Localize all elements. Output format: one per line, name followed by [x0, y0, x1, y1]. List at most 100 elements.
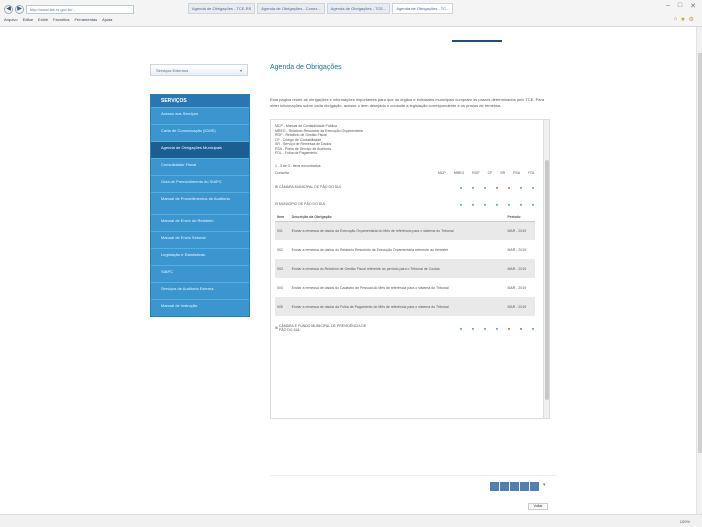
table-row[interactable]: 005 Enviar a remessa de dados da Folha d… — [275, 297, 535, 316]
address-bar[interactable]: http://www.tce.rs.gov.br/... — [26, 4, 134, 14]
cell-item: 005 — [275, 297, 290, 316]
status-dot-icon: ● — [531, 201, 535, 207]
main-content: Agenda de Obrigações Esta página reúne a… — [270, 64, 554, 419]
status-dot-icon: ● — [483, 325, 487, 331]
cell-period: MAR - 2019 — [505, 259, 535, 278]
entity-row[interactable]: ⊞ CÂMARA MUNICIPAL DE PÃO DO SUL ● ● ● ●… — [275, 185, 545, 190]
table-row[interactable]: 002 Enviar a remessa de dados do Relatór… — [275, 240, 535, 259]
filter-label: Consulta — [275, 170, 289, 175]
status-dot-icon: ● — [507, 325, 511, 331]
home-icon[interactable]: ⌂ — [674, 16, 678, 23]
browser-tab[interactable]: Agenda de Obrigações - Conex... — [257, 3, 325, 14]
table-row[interactable]: 003 Enviar a remessa do Relatório de Ges… — [275, 259, 535, 278]
page-title: Agenda de Obrigações — [270, 64, 342, 71]
forward-icon[interactable]: ▶ — [15, 4, 24, 14]
nav-row: ◀ ▶ http://www.tce.rs.gov.br/... — [4, 3, 134, 15]
share-icon[interactable] — [510, 482, 519, 491]
sidebar-item[interactable]: Manual de Envio Setorial — [151, 231, 249, 248]
status-dots: ● ● ● ● ● ● ● — [459, 326, 535, 331]
browser-tab-active[interactable]: Agenda de Obrigações - TC... — [392, 3, 454, 14]
cell-item: 001 — [275, 221, 290, 240]
column-header-row: Consulta MCP MREO RGF CF SR PSA FOL — [275, 171, 545, 175]
table-row[interactable]: 004 Enviar a remessa de dados do Cadastr… — [275, 278, 535, 297]
browser-tab[interactable]: Agenda de Obrigações - TCE... — [326, 3, 391, 14]
status-dot-icon: ● — [495, 184, 499, 190]
menu-edit[interactable]: Editar — [23, 17, 33, 25]
cell-period: MAR - 2019 — [505, 221, 535, 240]
share-icon[interactable] — [530, 482, 539, 491]
panel-scrollbar-thumb[interactable] — [545, 160, 549, 400]
status-dot-icon: ● — [507, 201, 511, 207]
page-scrollbar[interactable] — [696, 27, 702, 514]
count-line: 1 - 3 de 3 - itens encontrados — [275, 164, 545, 168]
panel-scrollbar[interactable] — [543, 120, 549, 418]
sidebar-item[interactable]: SIAPC — [151, 265, 249, 282]
col-label: CF — [487, 170, 493, 175]
sidebar-item[interactable]: Acesso aos Serviços — [151, 107, 249, 124]
status-dot-icon: ● — [471, 325, 475, 331]
zoom-level[interactable]: 100% — [680, 519, 690, 524]
gear-icon[interactable]: ⚙ — [689, 16, 694, 23]
page-scrollbar-thumb[interactable] — [698, 53, 702, 453]
status-dot-icon: ● — [471, 201, 475, 207]
status-dot-icon: ● — [459, 325, 463, 331]
sidebar-item[interactable]: Carta de Comunicação (ICMS) — [151, 124, 249, 141]
cell-desc[interactable]: Enviar a remessa de dados do Cadastro de… — [290, 278, 506, 297]
back-icon[interactable]: ◀ — [4, 4, 13, 14]
services-dropdown[interactable]: Serviços Externos ▾ — [150, 64, 248, 76]
status-dots: ● ● ● ● ● ● ● — [459, 185, 535, 190]
table-row[interactable]: 001 Enviar a remessa de dados da Execuçã… — [275, 221, 535, 240]
toolbar-icons: ⌂ ★ ⚙ — [674, 16, 694, 23]
col-label: SR — [500, 170, 506, 175]
share-icon[interactable] — [520, 482, 529, 491]
status-dot-icon: ● — [459, 184, 463, 190]
intro-text: Esta página reúne as obrigações e inform… — [270, 97, 545, 108]
menu-file[interactable]: Arquivo — [4, 17, 18, 25]
star-icon[interactable]: ★ — [680, 16, 685, 23]
menu-favorites[interactable]: Favoritos — [53, 17, 69, 25]
share-icon[interactable] — [500, 482, 509, 491]
menu-header: SERVIÇOS — [151, 95, 249, 107]
cell-period: MAR - 2019 — [505, 297, 535, 316]
back-button[interactable]: Voltar — [528, 503, 548, 510]
cell-desc[interactable]: Enviar a remessa de dados do Relatório R… — [290, 240, 506, 259]
status-dot-icon: ● — [519, 201, 523, 207]
share-icon[interactable] — [490, 482, 499, 491]
close-icon[interactable]: ✕ — [690, 2, 696, 10]
entity-name[interactable]: CÂMARA MUNICIPAL DE PÃO DO SUL — [279, 185, 342, 189]
sidebar-item[interactable]: Manual de Envio do Relatório — [151, 214, 249, 231]
entity-name[interactable]: CÂMARA E FUNDO MUNICIPAL DE PREVIDÊNCIA … — [279, 324, 369, 332]
legend-item: FOL - Folha de Pagamento — [275, 151, 318, 155]
col-label: MREO — [453, 170, 465, 175]
sidebar-item[interactable]: Consolidador Fiscal — [151, 158, 249, 175]
status-dot-icon: ● — [507, 184, 511, 190]
menu-help[interactable]: Ajuda — [102, 17, 112, 25]
col-label: MCP — [437, 170, 446, 175]
sidebar: Serviços Externos ▾ SERVIÇOS Acesso aos … — [150, 64, 250, 317]
cell-desc[interactable]: Enviar a remessa do Relatório de Gestão … — [289, 259, 506, 278]
menu-view[interactable]: Exibir — [38, 17, 48, 25]
status-dot-icon: ● — [531, 325, 535, 331]
sidebar-item[interactable]: Legislação e Estatísticas — [151, 248, 249, 265]
sidebar-item[interactable]: Serviços de Auditoria Externa — [151, 282, 249, 299]
entity-row[interactable]: ⊞ CÂMARA E FUNDO MUNICIPAL DE PREVIDÊNCI… — [275, 324, 545, 332]
chevron-down-icon[interactable]: ▾ — [543, 482, 546, 491]
sidebar-item[interactable]: Manual de Procedimentos de Auditoria — [151, 192, 249, 214]
status-dot-icon: ● — [519, 325, 523, 331]
entity-name[interactable]: MUNICÍPIO DE PÃO DO SUL — [279, 202, 326, 206]
dropdown-label: Serviços Externos — [156, 67, 189, 73]
top-accent-line — [452, 40, 502, 42]
minimize-icon[interactable]: – — [666, 2, 670, 10]
browser-tab[interactable]: Agenda de Obrigações - TCE-RS — [188, 3, 256, 14]
cell-desc[interactable]: Enviar a remessa de dados da Folha de Pa… — [289, 297, 506, 316]
col-label: RGF — [472, 170, 480, 175]
entity-row[interactable]: ⊟ MUNICÍPIO DE PÃO DO SUL ● ● ● ● ● ● ● — [275, 202, 545, 207]
chevron-down-icon: ▾ — [239, 67, 242, 73]
cell-desc[interactable]: Enviar a remessa de dados da Execução Or… — [289, 221, 506, 240]
menu-tools[interactable]: Ferramentas — [74, 17, 97, 25]
sidebar-item[interactable]: Manual de Instrução — [151, 299, 249, 316]
col-header-desc: Descrição da Obrigação — [289, 212, 506, 222]
sidebar-item[interactable]: Guia de Preenchimento do SIAPC — [151, 175, 249, 192]
maximize-icon[interactable]: □ — [678, 2, 682, 10]
sidebar-item-active[interactable]: Agenda de Obrigações Municipais — [151, 141, 249, 158]
